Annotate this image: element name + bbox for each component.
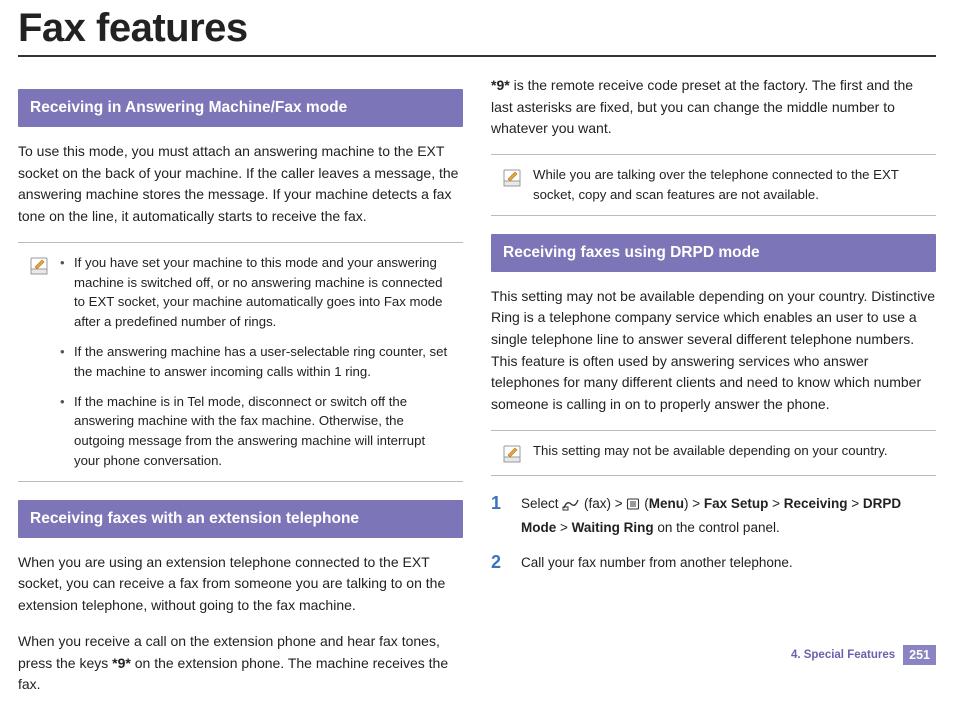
section-header-answering-machine: Receiving in Answering Machine/Fax mode xyxy=(18,89,463,127)
step-1-body: Select (fax) > (Menu) > Fax Setup > Rece… xyxy=(521,494,936,539)
section-header-extension-telephone: Receiving faxes with an extension teleph… xyxy=(18,500,463,538)
step1-waiting-ring: Waiting Ring xyxy=(572,520,654,535)
right-top-para: *9* is the remote receive code preset at… xyxy=(491,75,936,140)
note-box-1: If you have set your machine to this mod… xyxy=(18,242,463,482)
step1-gt1: > xyxy=(768,496,783,511)
remote-code-2: *9* xyxy=(491,77,510,93)
note-1-body: If you have set your machine to this mod… xyxy=(60,253,453,471)
step1-faxsetup: Fax Setup xyxy=(704,496,769,511)
note1-item-1: If you have set your machine to this mod… xyxy=(60,253,453,332)
step1-gt3: > xyxy=(556,520,571,535)
title-rule xyxy=(18,55,936,57)
section2-para2: When you receive a call on the extension… xyxy=(18,631,463,696)
note1-item-3: If the machine is in Tel mode, disconnec… xyxy=(60,392,453,471)
footer-page-number: 251 xyxy=(903,645,936,665)
section-header-drpd: Receiving faxes using DRPD mode xyxy=(491,234,936,272)
section3-para: This setting may not be available depend… xyxy=(491,286,936,416)
section1-para: To use this mode, you must attach an ans… xyxy=(18,141,463,228)
note-icon xyxy=(501,167,523,189)
right-top-rest: is the remote receive code preset at the… xyxy=(491,77,913,136)
note-icon xyxy=(501,443,523,465)
steps-list: 1 Select (fax) > (Menu) > Fax Setup > Re… xyxy=(491,494,936,574)
two-column-body: Receiving in Answering Machine/Fax mode … xyxy=(0,75,954,710)
note-box-3: This setting may not be available depend… xyxy=(491,430,936,476)
right-column: *9* is the remote receive code preset at… xyxy=(491,75,936,710)
step-2-body: Call your fax number from another teleph… xyxy=(521,553,936,574)
section2-para1: When you are using an extension telephon… xyxy=(18,552,463,617)
note-2-body: While you are talking over the telephone… xyxy=(533,165,926,205)
note-box-2: While you are talking over the telephone… xyxy=(491,154,936,216)
step1-menu: Menu xyxy=(649,496,684,511)
note-icon xyxy=(28,255,50,277)
remote-code: *9* xyxy=(112,655,131,671)
menu-icon xyxy=(626,497,640,518)
step1-menu-close: ) > xyxy=(684,496,704,511)
step-1: 1 Select (fax) > (Menu) > Fax Setup > Re… xyxy=(491,494,936,539)
note1-item-2: If the answering machine has a user-sele… xyxy=(60,342,453,382)
note-3-body: This setting may not be available depend… xyxy=(533,441,926,461)
step1-gt2: > xyxy=(848,496,863,511)
step1-t1: Select xyxy=(521,496,562,511)
footer-chapter: 4. Special Features xyxy=(791,649,895,661)
step-2: 2 Call your fax number from another tele… xyxy=(491,553,936,574)
page-title: Fax features xyxy=(0,0,954,55)
step1-end: on the control panel. xyxy=(654,520,780,535)
fax-icon xyxy=(562,497,580,518)
step-number-2: 2 xyxy=(491,553,507,573)
step1-fax-label: (fax) > xyxy=(584,496,626,511)
step-number-1: 1 xyxy=(491,494,507,514)
step1-receiving: Receiving xyxy=(784,496,848,511)
page-footer: 4. Special Features 251 xyxy=(791,645,936,665)
left-column: Receiving in Answering Machine/Fax mode … xyxy=(18,75,463,710)
